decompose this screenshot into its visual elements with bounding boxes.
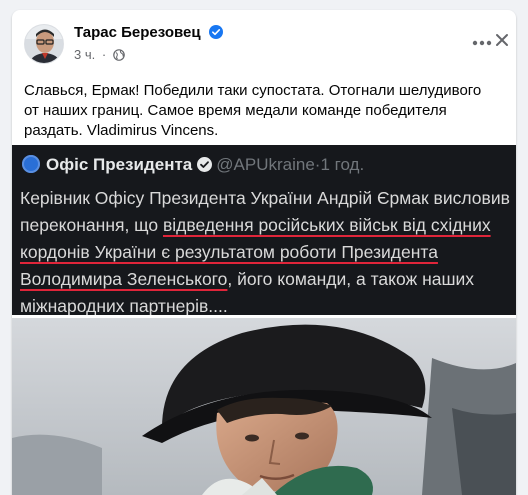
close-icon (495, 33, 509, 52)
post-timestamp[interactable]: 3 ч. (74, 47, 95, 62)
author-name[interactable]: Тарас Березовец (74, 24, 201, 41)
post-text: Славься, Ермак! Победили таки супостата.… (24, 82, 482, 139)
close-button[interactable] (488, 28, 516, 56)
author-name-row: Тарас Березовец (74, 24, 223, 43)
post-card: Тарас Березовец 3 ч. · Славься, Ермак! П… (12, 10, 516, 495)
tweet-body: Керівник Офісу Президента України Андрій… (20, 185, 514, 315)
tweet-verified-icon (196, 156, 213, 178)
tweet-time: 1 год. (320, 155, 365, 174)
tweet-account-logo-icon (22, 155, 40, 173)
post-meta: 3 ч. · (74, 47, 125, 64)
embedded-tweet-screenshot[interactable]: Офіс Президента @APUkraine·1 год. Керівни… (12, 145, 516, 315)
verified-badge-icon (208, 25, 223, 43)
tweet-header: Офіс Президента @APUkraine·1 год. (22, 155, 364, 178)
author-avatar[interactable] (24, 24, 64, 64)
tweet-handle: @APUkraine (216, 155, 315, 174)
tweet-account-name: Офіс Президента (46, 155, 193, 174)
meta-separator: · (101, 47, 107, 62)
post-photo[interactable] (12, 318, 516, 495)
globe-icon[interactable] (113, 49, 125, 64)
